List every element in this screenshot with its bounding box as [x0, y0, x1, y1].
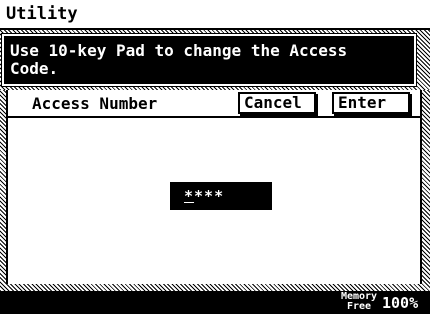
access-code-input[interactable]: **** — [170, 182, 272, 210]
input-cursor-char: * — [184, 187, 195, 205]
memory-free-value: 100% — [382, 294, 419, 312]
cancel-button[interactable]: Cancel — [238, 92, 316, 114]
memory-label-line2: Free — [346, 301, 372, 312]
content-frame: Access Number Cancel Enter **** — [0, 90, 430, 291]
panel-header: Access Number Cancel Enter — [8, 90, 420, 118]
input-masked-chars: *** — [194, 187, 225, 205]
message-area: Use 10-key Pad to change the Access Code… — [0, 30, 430, 90]
window-title: Utility — [0, 0, 430, 30]
access-number-label: Access Number — [32, 94, 158, 113]
instruction-message: Use 10-key Pad to change the Access Code… — [1, 33, 417, 87]
access-code-panel: Access Number Cancel Enter **** — [6, 90, 422, 284]
status-bar: Memory Free 100% — [0, 291, 430, 314]
enter-button[interactable]: Enter — [332, 92, 410, 114]
memory-free-label: Memory Free — [338, 292, 380, 312]
